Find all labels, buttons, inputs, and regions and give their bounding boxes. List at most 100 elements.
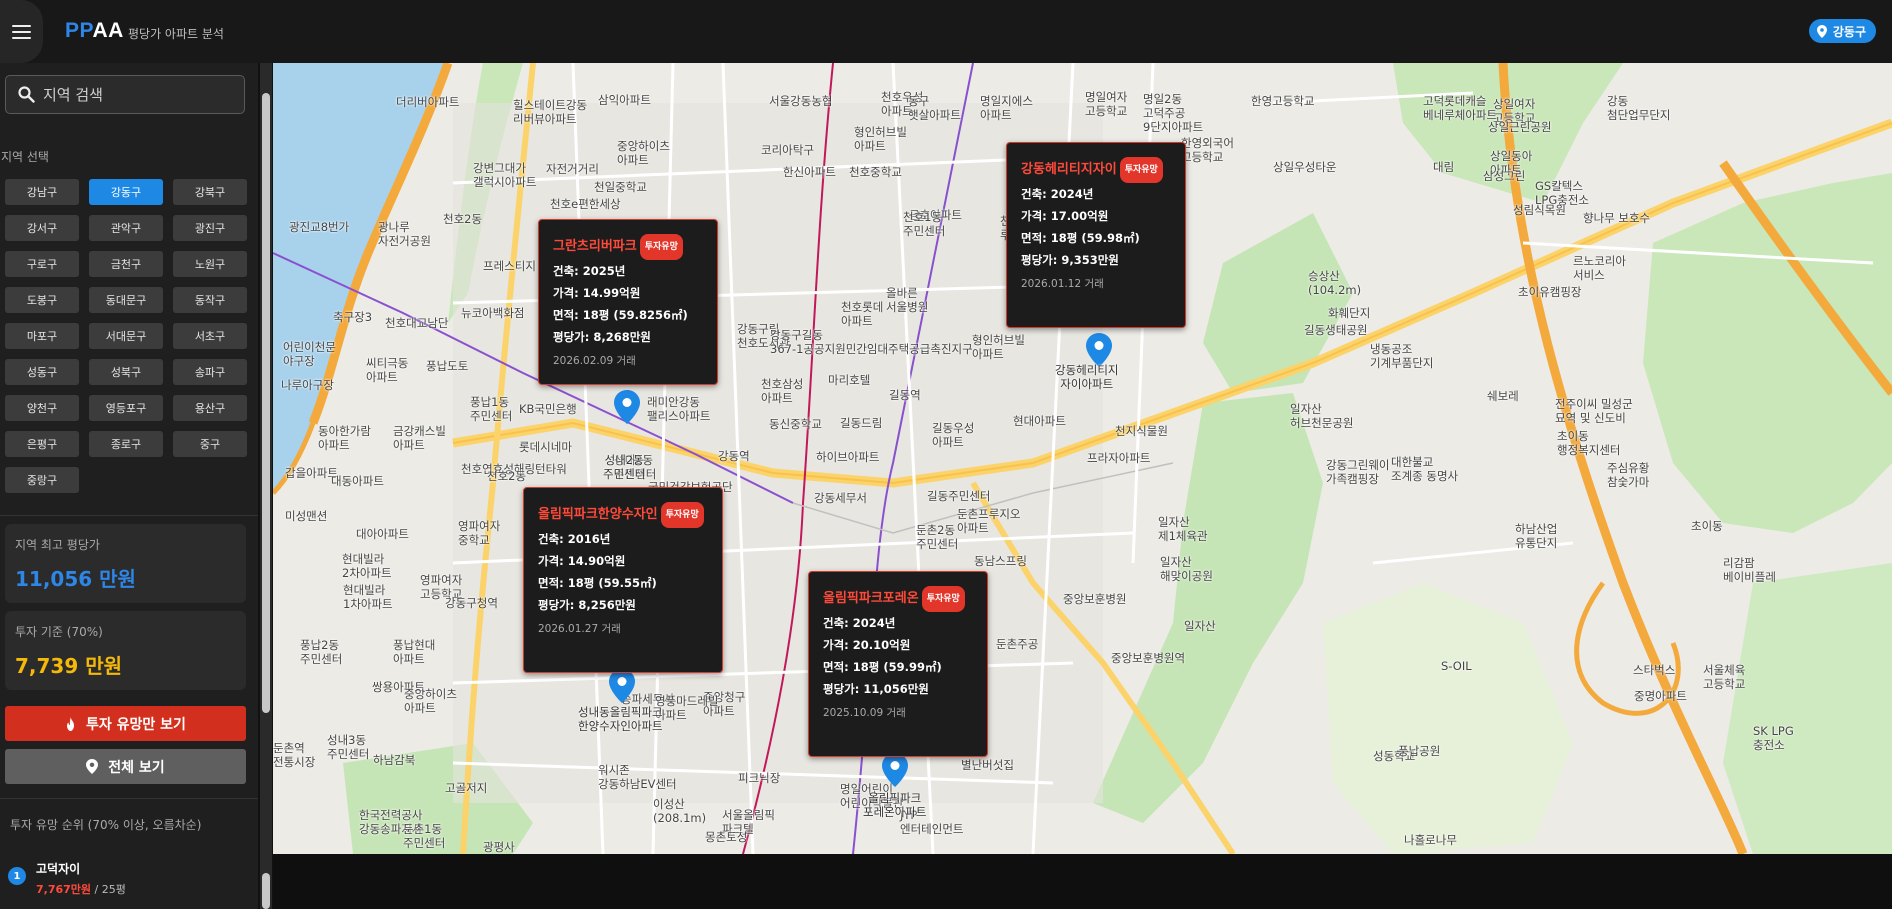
- map-place-label: 둔촌프루지오 아파트: [957, 507, 1021, 535]
- district-button[interactable]: 종로구: [89, 431, 163, 457]
- map-place-label: 냉동공조 기계부품단지: [1370, 342, 1434, 370]
- map-place-label: 동신중학교: [769, 417, 822, 431]
- app-logo[interactable]: PPAA: [65, 19, 124, 43]
- district-button[interactable]: 은평구: [5, 431, 79, 457]
- district-button[interactable]: 서대문구: [89, 323, 163, 349]
- map-place-label: 천호e편한세상: [550, 197, 621, 211]
- ranking-list-item[interactable]: 1 고덕자이 7,767만원 / 25평: [8, 860, 126, 897]
- apartment-popup[interactable]: 그란츠리버파크 투자유망 건축: 2025년 가격: 14.99억원 면적: 18…: [538, 219, 718, 385]
- map-place-label: 전주이씨 밀성군 묘역 및 신도비: [1555, 397, 1633, 425]
- map-place-label: 천호롯데 아파트: [841, 300, 884, 328]
- map-place-label: 현대빌라 1차아파트: [343, 583, 393, 611]
- district-button[interactable]: 중구: [173, 431, 247, 457]
- district-button[interactable]: 마포구: [5, 323, 79, 349]
- district-button[interactable]: 강동구: [89, 179, 163, 205]
- ranking-number: 1: [8, 867, 26, 885]
- map-place-label: 대한불교 조계종 동명사: [1391, 455, 1459, 483]
- map-place-label: 천지식물원: [1115, 424, 1168, 438]
- map-place-label: 마리호텔: [828, 373, 871, 387]
- popup-price: 가격: 14.99억원: [553, 286, 641, 300]
- map-place-label: 강동세무서: [814, 491, 867, 505]
- map-place-label: 서울체육 고등학교: [1703, 663, 1746, 691]
- map-place-label: 고덕롯데캐슬 베네루체아파트: [1423, 94, 1498, 122]
- menu-icon-bar: [12, 24, 31, 27]
- region-search-input[interactable]: [43, 85, 233, 104]
- district-button[interactable]: 성동구: [5, 359, 79, 385]
- district-button[interactable]: 도봉구: [5, 287, 79, 313]
- apartment-popup[interactable]: 강동헤리티지자이 투자유망 건축: 2024년 가격: 17.00억원 면적: 1…: [1006, 142, 1186, 328]
- popup-price-per-pyeong: 평당가: 8,256만원: [538, 598, 636, 612]
- district-button[interactable]: 송파구: [173, 359, 247, 385]
- map-place-label: 스타벅스: [1633, 663, 1676, 677]
- map-place-label: 중앙하이츠 아파트: [404, 687, 457, 715]
- show-all-button[interactable]: 전체 보기: [5, 749, 246, 784]
- map-place-label: KB국민은행: [519, 402, 577, 416]
- invest-threshold-label: 투자 기준 (70%): [15, 625, 103, 639]
- map-place-label: 동남스프링: [974, 554, 1027, 568]
- map-bottom-bar: [273, 854, 1892, 909]
- district-button[interactable]: 구로구: [5, 251, 79, 277]
- map-place-label: 명일여자 고등학교: [1085, 90, 1128, 118]
- map-place-label: 더리버아파트: [396, 95, 460, 109]
- map-place-label: 미성맨션: [285, 509, 328, 523]
- district-button[interactable]: 동작구: [173, 287, 247, 313]
- map-marker-icon[interactable]: [1086, 333, 1112, 367]
- district-button[interactable]: 양천구: [5, 395, 79, 421]
- district-button[interactable]: 노원구: [173, 251, 247, 277]
- map-place-label: 르노코리아 서비스: [1573, 254, 1626, 282]
- popup-price-per-pyeong: 평당가: 11,056만원: [823, 682, 929, 696]
- district-button[interactable]: 관악구: [89, 215, 163, 241]
- district-button[interactable]: 성북구: [89, 359, 163, 385]
- sidebar-scroll-thumb[interactable]: [262, 93, 270, 713]
- district-button[interactable]: 중랑구: [5, 467, 79, 493]
- popup-trade-date: 2026.01.27 거래: [538, 623, 621, 635]
- map-place-label: 대림: [1433, 160, 1455, 174]
- map-place-label: 풍납1동 주민센터: [470, 395, 513, 423]
- current-district-badge[interactable]: 강동구: [1808, 19, 1876, 43]
- map-place-label: 서울강동농협: [769, 94, 833, 108]
- district-button[interactable]: 금천구: [89, 251, 163, 277]
- map-place-label: 이성산 (208.1m): [653, 797, 707, 825]
- popup-title: 올림픽파크한양수자인: [538, 507, 658, 522]
- map-place-label: 초이유캠핑장: [1518, 285, 1582, 299]
- district-button[interactable]: 강북구: [173, 179, 247, 205]
- district-button[interactable]: 광진구: [173, 215, 247, 241]
- district-button[interactable]: 서초구: [173, 323, 247, 349]
- region-search-box[interactable]: [5, 75, 245, 114]
- district-button[interactable]: 동대문구: [89, 287, 163, 313]
- district-button[interactable]: 강서구: [5, 215, 79, 241]
- map-marker-icon[interactable]: [609, 669, 635, 703]
- sidebar-scrollbar[interactable]: [260, 63, 272, 909]
- map-place-label: 광진교8번가: [289, 220, 350, 234]
- menu-icon-bar: [12, 30, 31, 33]
- map-place-label: 래미안강동 팰리스아파트: [647, 395, 711, 423]
- marker-label: 올림픽파크 포레온아파트: [863, 791, 927, 819]
- map-view[interactable]: 더리버아파트 힐스테이트강동 리버뷰아파트 삼익아파트 서울강동농협 천호우성 아파트 동…: [273, 63, 1892, 854]
- map-place-label: 힐스테이트강동 리버뷰아파트: [513, 98, 588, 126]
- map-marker-icon[interactable]: [882, 753, 908, 787]
- map-place-label: 명일지에스 아파트: [980, 94, 1033, 122]
- hamburger-menu-button[interactable]: [0, 0, 43, 63]
- marker-label: 성내2동 주민센터: [603, 453, 646, 481]
- apartment-popup[interactable]: 올림픽파크포레온 투자유망 건축: 2024년 가격: 20.10억원 면적: 1…: [808, 571, 988, 757]
- district-button[interactable]: 강남구: [5, 179, 79, 205]
- map-place-label: 축구장3: [333, 310, 373, 324]
- map-place-label: 중앙보훈병원역: [1111, 651, 1186, 665]
- map-place-label: 한영고등학교: [1251, 94, 1315, 108]
- sidebar-scroll-thumb-lower[interactable]: [262, 873, 270, 909]
- map-place-label: 형인허브빌 아파트: [854, 125, 907, 153]
- map-pin-icon: [86, 759, 99, 774]
- popup-area: 면적: 18평 (59.99㎡): [823, 660, 942, 674]
- show-all-label: 전체 보기: [108, 759, 165, 776]
- map-place-label: 상일우성타운: [1273, 160, 1337, 174]
- show-promising-button[interactable]: 투자 유망만 보기: [5, 706, 246, 741]
- map-place-label: 길동드림: [840, 416, 883, 430]
- map-marker-icon[interactable]: [614, 390, 640, 424]
- district-button[interactable]: 영등포구: [89, 395, 163, 421]
- location-pin-icon: [1816, 24, 1827, 38]
- district-button[interactable]: 용산구: [173, 395, 247, 421]
- map-place-label: 천호2동: [443, 212, 483, 226]
- apartment-popup[interactable]: 올림픽파크한양수자인 투자유망 건축: 2016년 가격: 14.90억원 면적:…: [523, 487, 723, 673]
- map-place-label: 광나루 자전거공원: [378, 220, 431, 248]
- map-place-label: 주심유황 참숯가마: [1607, 461, 1650, 489]
